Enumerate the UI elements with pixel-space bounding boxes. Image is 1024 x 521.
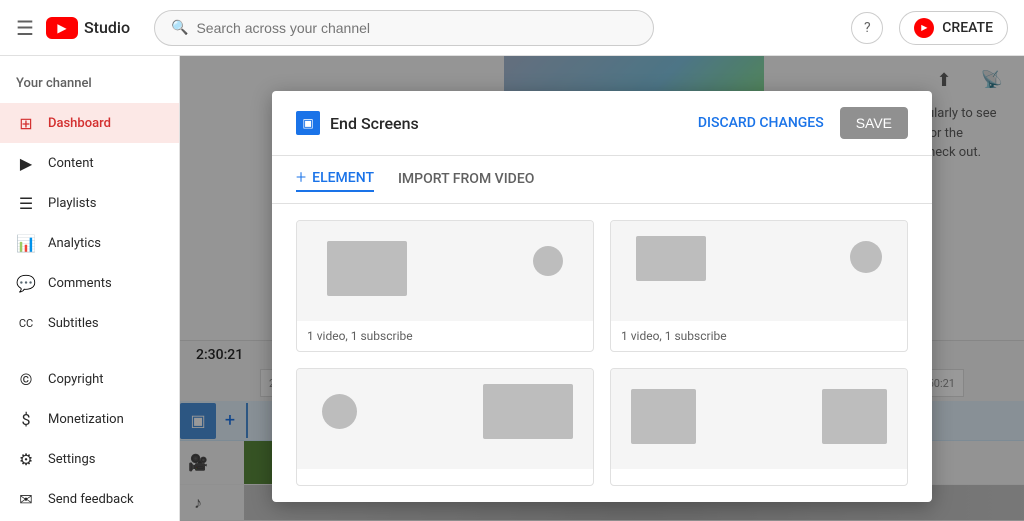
template-preview-0 (297, 221, 593, 321)
logo: Studio (46, 17, 130, 39)
modal-title: End Screens (330, 114, 698, 133)
menu-icon[interactable]: ☰ (16, 16, 34, 40)
sidebar-item-label: Dashboard (48, 116, 111, 131)
modal-body: 1 video, 1 subscribe 1 video, 1 subscrib… (272, 204, 932, 502)
end-screens-modal: ▣ End Screens DISCARD CHANGES SAVE + ELE… (272, 91, 932, 502)
tab-element-label: ELEMENT (312, 170, 374, 186)
sidebar-item-content[interactable]: ▶ Content (0, 143, 179, 183)
save-button[interactable]: SAVE (840, 107, 908, 139)
content-icon: ▶ (16, 153, 36, 173)
create-icon (914, 18, 934, 38)
sidebar-item-settings[interactable]: ⚙ Settings (0, 439, 179, 479)
tab-import[interactable]: IMPORT FROM VIDEO (398, 171, 534, 189)
template-circle-2a (322, 394, 357, 429)
add-element-icon: + (296, 167, 306, 188)
sidebar-bottom: ⚙ Settings ✉ Send feedback (0, 439, 179, 519)
template-circle-0 (533, 246, 563, 276)
analytics-icon: 📊 (16, 233, 36, 253)
copyright-icon: © (16, 369, 36, 389)
template-label-1: 1 video, 1 subscribe (611, 321, 907, 351)
search-icon: 🔍 (171, 20, 188, 36)
template-rect-2 (483, 384, 573, 439)
create-label: CREATE (942, 20, 993, 36)
tab-import-label: IMPORT FROM VIDEO (398, 171, 534, 187)
sidebar-item-label: Send feedback (48, 492, 134, 507)
feedback-icon: ✉ (16, 489, 36, 509)
youtube-icon (46, 17, 78, 39)
template-card-0[interactable]: 1 video, 1 subscribe (296, 220, 594, 352)
template-preview-1 (611, 221, 907, 321)
sidebar-item-dashboard[interactable]: ⊞ Dashboard (0, 103, 179, 143)
sidebar-item-analytics[interactable]: 📊 Analytics (0, 223, 179, 263)
main-content: ⬆ 📡 ▶ ↺ ↻ 🔊 ⊞ ⚙ check back regularly to … (180, 56, 1024, 521)
sidebar-item-playlists[interactable]: ☰ Playlists (0, 183, 179, 223)
modal-overlay: ▣ End Screens DISCARD CHANGES SAVE + ELE… (180, 56, 1024, 521)
template-card-2[interactable] (296, 368, 594, 486)
studio-label: Studio (84, 18, 130, 37)
template-label-0: 1 video, 1 subscribe (297, 321, 593, 351)
subtitles-icon: CC (16, 313, 36, 333)
sidebar-item-label: Settings (48, 452, 95, 467)
template-label-3 (611, 469, 907, 485)
sidebar-channel-label: Your channel (0, 64, 179, 103)
template-rect-3a (631, 389, 696, 444)
sidebar-item-label: Playlists (48, 196, 96, 211)
sidebar-item-feedback[interactable]: ✉ Send feedback (0, 479, 179, 519)
monetization-icon: $ (16, 409, 36, 429)
discard-changes-button[interactable]: DISCARD CHANGES (698, 115, 824, 131)
sidebar-item-copyright[interactable]: © Copyright (0, 359, 179, 399)
template-circle-1 (850, 241, 882, 273)
sidebar-item-comments[interactable]: 💬 Comments (0, 263, 179, 303)
search-bar[interactable]: 🔍 (154, 10, 654, 46)
help-button[interactable]: ? (851, 12, 883, 44)
sidebar-item-monetization[interactable]: $ Monetization (0, 399, 179, 439)
template-rect-1 (636, 236, 706, 281)
template-card-1[interactable]: 1 video, 1 subscribe (610, 220, 908, 352)
comments-icon: 💬 (16, 273, 36, 293)
template-preview-2 (297, 369, 593, 469)
template-card-3[interactable] (610, 368, 908, 486)
sidebar-item-label: Subtitles (48, 316, 99, 331)
topbar-right: ? CREATE (851, 11, 1008, 45)
template-label-2 (297, 469, 593, 485)
sidebar-item-label: Copyright (48, 372, 104, 387)
template-rect-3b (822, 389, 887, 444)
tab-element[interactable]: + ELEMENT (296, 167, 374, 192)
dashboard-icon: ⊞ (16, 113, 36, 133)
sidebar-item-subtitles[interactable]: CC Subtitles (0, 303, 179, 343)
template-preview-3 (611, 369, 907, 469)
template-rect-0 (327, 241, 407, 296)
sidebar-item-label: Comments (48, 276, 112, 291)
create-button[interactable]: CREATE (899, 11, 1008, 45)
modal-tabs: + ELEMENT IMPORT FROM VIDEO (272, 156, 932, 204)
sidebar-item-label: Analytics (48, 236, 101, 251)
sidebar-item-label: Monetization (48, 412, 124, 427)
search-input[interactable] (196, 20, 637, 36)
sidebar-item-label: Content (48, 156, 94, 171)
topbar: ☰ Studio 🔍 ? CREATE (0, 0, 1024, 56)
sidebar: Your channel ⊞ Dashboard ▶ Content ☰ Pla… (0, 56, 180, 521)
modal-header: ▣ End Screens DISCARD CHANGES SAVE (272, 91, 932, 156)
modal-title-icon: ▣ (296, 111, 320, 135)
playlists-icon: ☰ (16, 193, 36, 213)
settings-icon: ⚙ (16, 449, 36, 469)
